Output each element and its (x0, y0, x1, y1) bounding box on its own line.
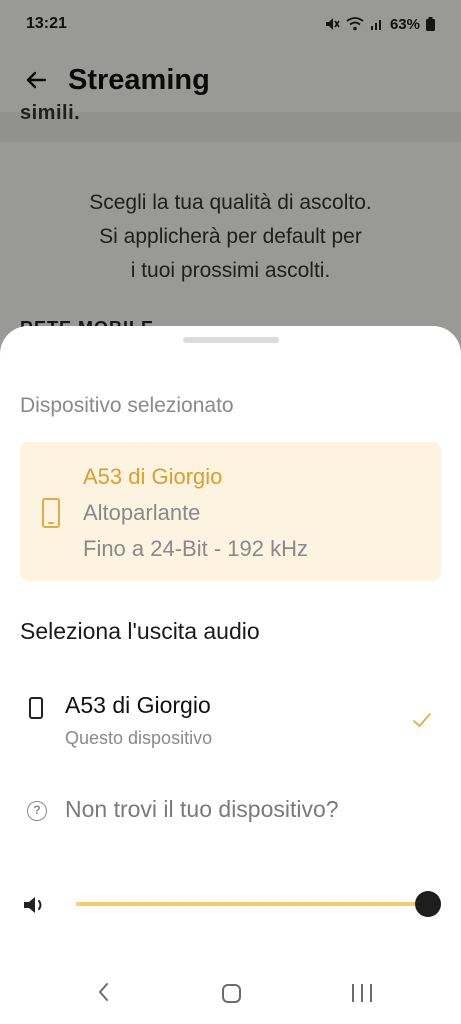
nav-recents-icon[interactable] (352, 984, 372, 1004)
output-bottom-sheet: Dispositivo selezionato A53 di Giorgio A… (0, 326, 461, 1024)
device-option-name: A53 di Giorgio (65, 692, 211, 718)
device-option-subtitle: Questo dispositivo (65, 728, 213, 748)
sheet-drag-handle[interactable] (183, 337, 279, 343)
phone-icon (29, 697, 43, 719)
selected-device-label: Dispositivo selezionato (20, 394, 234, 417)
selected-device-type: Altoparlante (83, 500, 201, 525)
volume-slider[interactable] (76, 891, 441, 917)
phone-icon (42, 498, 60, 528)
selected-device-quality: Fino a 24-Bit - 192 kHz (83, 536, 308, 561)
nav-back-icon[interactable] (92, 980, 116, 1004)
volume-slider-thumb[interactable] (415, 891, 441, 917)
volume-slider-fill (76, 902, 428, 906)
help-icon: ? (27, 801, 47, 821)
nav-home-icon[interactable] (222, 984, 241, 1003)
speaker-icon (24, 897, 42, 913)
selected-device-name: A53 di Giorgio (83, 464, 223, 489)
selected-device-card: A53 di Giorgio Altoparlante Fino a 24-Bi… (20, 442, 441, 581)
volume-control (0, 886, 461, 922)
device-option-a53[interactable]: A53 di Giorgio Questo dispositivo (0, 680, 461, 756)
checkmark-icon (413, 713, 431, 727)
device-not-found-text: Non trovi il tuo dispositivo? (65, 796, 339, 822)
device-not-found-link[interactable]: ? Non trovi il tuo dispositivo? (0, 790, 461, 830)
system-nav-bar (0, 968, 461, 1024)
audio-output-heading: Seleziona l'uscita audio (20, 618, 260, 644)
